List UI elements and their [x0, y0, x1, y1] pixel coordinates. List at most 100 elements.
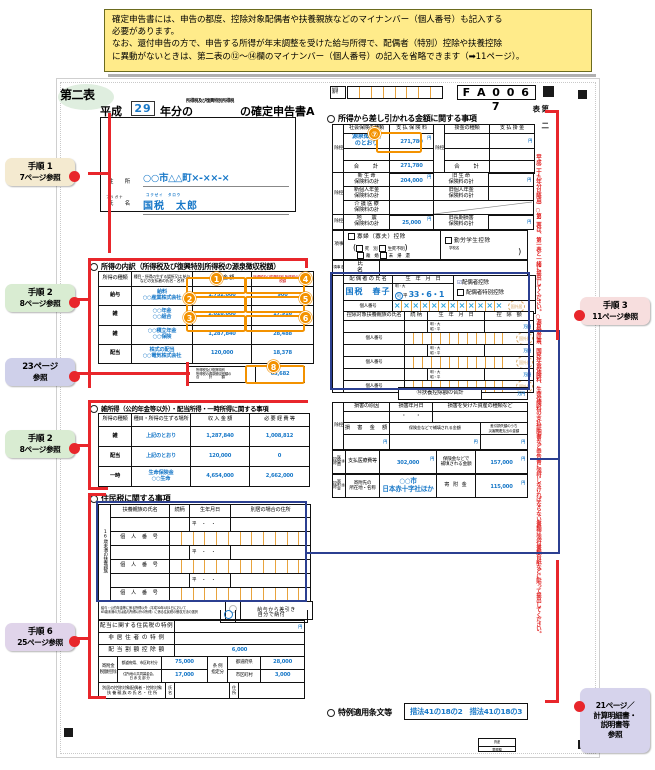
- dep-mynumber-grid[interactable]: 国外居住: [404, 332, 534, 345]
- mynumber-grid[interactable]: [169, 530, 311, 546]
- dep-name-cell[interactable]: [343, 368, 405, 381]
- relation-cell[interactable]: [169, 572, 190, 588]
- student-cell[interactable]: 勤労学生控除 学校名 ): [440, 230, 528, 260]
- address-cell[interactable]: [230, 572, 311, 588]
- dep-name-cell[interactable]: [343, 344, 405, 357]
- address-cell[interactable]: [230, 544, 311, 560]
- callout-21page[interactable]: 21ページ／ 計算明細書・ 説明書等 参照: [580, 688, 650, 753]
- year-box: 29: [131, 101, 155, 116]
- separate-addr-value[interactable]: [238, 682, 305, 699]
- spouse-deduction-checks[interactable]: ☑配偶者控除 配偶者特別控除: [453, 275, 536, 301]
- donation-row-value[interactable]: 17,000: [160, 669, 208, 683]
- mynumber-grid[interactable]: [169, 586, 311, 603]
- spouse-special-checkbox[interactable]: [457, 288, 464, 296]
- kyosai-paid-value[interactable]: [489, 147, 535, 161]
- dep-birth-cell[interactable]: 明・大 昭・平: [427, 344, 485, 357]
- spouse-birth-value[interactable]: 明・大 昭平 33・6・1: [392, 283, 454, 301]
- dep-name-cell[interactable]: [110, 544, 170, 560]
- resident-tax-table: 16歳未満の扶養親族 扶養親族の氏名 続柄 生年月日 別居の場合の住所 平 ・ …: [98, 504, 311, 603]
- widow-opt-checkbox[interactable]: [355, 244, 363, 252]
- social-paid-value[interactable]: 円 271,780: [389, 133, 434, 149]
- student-checkbox[interactable]: [445, 237, 452, 245]
- field-value[interactable]: 6,000: [174, 644, 305, 657]
- form-tab-label: 第二表: [60, 88, 95, 102]
- special-provision-value[interactable]: 措法41の18の2 措法41の18の3: [404, 703, 528, 720]
- social-paid-value[interactable]: [389, 147, 434, 161]
- earthquake-value[interactable]: 円 25,000: [389, 214, 434, 230]
- donation-deduction-table: ⑲ 寄附金 控除 寄附先の 所在地・名称 ○○市 日本赤十字社ほか 寄 附 金 …: [332, 474, 528, 498]
- loss-amount-cell[interactable]: 円: [343, 433, 390, 451]
- donation-amount-value[interactable]: 円 115,000: [475, 474, 528, 498]
- callout-step2b[interactable]: 手順 2 8ページ参照: [5, 430, 75, 459]
- loss-date-cell[interactable]: ・ ・: [389, 411, 433, 424]
- life-row-value-old[interactable]: 円: [488, 172, 534, 187]
- separate-name-value[interactable]: [174, 682, 230, 699]
- dep-amount-cell[interactable]: 万円: [484, 344, 534, 357]
- relation-cell[interactable]: [169, 516, 190, 532]
- callout-step1[interactable]: 手順 1 7ページ参照: [5, 158, 75, 187]
- life-row-value-old[interactable]: [488, 186, 534, 201]
- donation-row-label: 住所地の共同募金会、 日 赤 支 部 分: [117, 669, 162, 683]
- dep-relation-cell[interactable]: [404, 368, 428, 381]
- callout-23page[interactable]: 23ページ 参照: [5, 358, 75, 387]
- birth-cell[interactable]: 平 ・ ・: [189, 544, 231, 560]
- red-line-income-right: [305, 258, 308, 268]
- widow-checkbox[interactable]: [348, 233, 355, 241]
- medical-insurance-value[interactable]: 円 157,000: [475, 450, 528, 474]
- loss-asset-cell[interactable]: [432, 411, 528, 424]
- dep-name-cell[interactable]: [110, 516, 170, 532]
- widow-cell[interactable]: 寡婦（寡夫）控除 (死 別 生死不明) 離 婚 未 帰 還: [343, 230, 441, 260]
- callout-step2a[interactable]: 手順 2 8ページ参照: [5, 284, 75, 313]
- dep-relation-cell[interactable]: [404, 320, 428, 333]
- widow-opt-checkbox[interactable]: [357, 251, 364, 259]
- social-kind-value[interactable]: 源泉徴収票 のとおり: [343, 133, 390, 149]
- social-kind-value[interactable]: [343, 147, 390, 161]
- life-row-value[interactable]: [389, 186, 434, 201]
- dep-mynumber-grid[interactable]: 国外居住: [404, 356, 534, 369]
- col-spouse-birth: 生 年 月 日: [392, 275, 454, 284]
- medical-value[interactable]: 円 302,000: [379, 450, 437, 474]
- personal-side-label: ⑩ ⑪ 本 人 に 関 す る 事 項: [332, 230, 344, 260]
- field-value[interactable]: 円: [174, 620, 305, 633]
- kyosai-kind-value[interactable]: [444, 133, 490, 149]
- dep-name-cell[interactable]: [343, 320, 405, 333]
- kyosai-paid-value[interactable]: 円: [489, 133, 535, 149]
- ordinance-row-value[interactable]: 3,000: [260, 669, 305, 683]
- spouse-name-value[interactable]: 国税 春子: [343, 283, 393, 301]
- special-provision-title: 特例適用条文等: [327, 707, 392, 718]
- relation-cell[interactable]: [169, 544, 190, 560]
- table-row: 明・大 昭・平 万円: [333, 320, 534, 333]
- bubble-7: ⑦: [368, 127, 381, 140]
- table-row: 配当 株式の配当 ○○電気株式会社 120,000 18,378: [98, 343, 314, 365]
- dep-amount-cell[interactable]: 万円: [484, 320, 534, 333]
- address-cell[interactable]: [230, 516, 311, 532]
- dep-name-cell[interactable]: [110, 572, 170, 588]
- earthquake-old-value[interactable]: 円: [488, 214, 534, 230]
- ordinance-row-value[interactable]: 28,000: [260, 656, 305, 670]
- red-line-right-v: [556, 110, 559, 340]
- life-insurance-table: ⑧ 生 命 保 険 料 控 除 新 生 命 保険料の計 円204,000 旧 生…: [332, 172, 534, 216]
- widow-opt-checkbox[interactable]: [378, 244, 386, 252]
- field-value[interactable]: [174, 632, 305, 645]
- table-row: 平 ・ ・: [99, 516, 311, 532]
- kyosai-kind-value[interactable]: [444, 147, 490, 161]
- donation-row-value[interactable]: 75,000: [160, 656, 208, 670]
- callout-step6[interactable]: 手順 6 25ページ参照: [5, 623, 75, 652]
- red-line-left-2: [88, 258, 91, 388]
- row-income: 2,028,000: [192, 305, 252, 326]
- name-header-value[interactable]: [379, 260, 528, 276]
- mynumber-grid[interactable]: [169, 558, 311, 574]
- callout-step3[interactable]: 手順 3 11ページ参照: [580, 297, 650, 326]
- dep-amount-cell[interactable]: 万円: [484, 368, 534, 381]
- birth-cell[interactable]: 平 ・ ・: [189, 516, 231, 532]
- dep-birth-cell[interactable]: 明・大 昭・平: [427, 368, 485, 381]
- loss-related-cell[interactable]: 円: [479, 433, 528, 451]
- dep-relation-cell[interactable]: [404, 344, 428, 357]
- loss-cause-cell[interactable]: [343, 411, 390, 424]
- dep-birth-cell[interactable]: 明・大 昭・平: [427, 320, 485, 333]
- loss-insurance-cell[interactable]: 円: [389, 433, 481, 451]
- life-row-value[interactable]: 円 204,000: [389, 172, 434, 187]
- birth-cell[interactable]: 平 ・ ・: [189, 572, 231, 588]
- donation-value[interactable]: ○○市 日本赤十字社ほか: [379, 474, 437, 498]
- widow-opt-checkbox[interactable]: [379, 251, 387, 259]
